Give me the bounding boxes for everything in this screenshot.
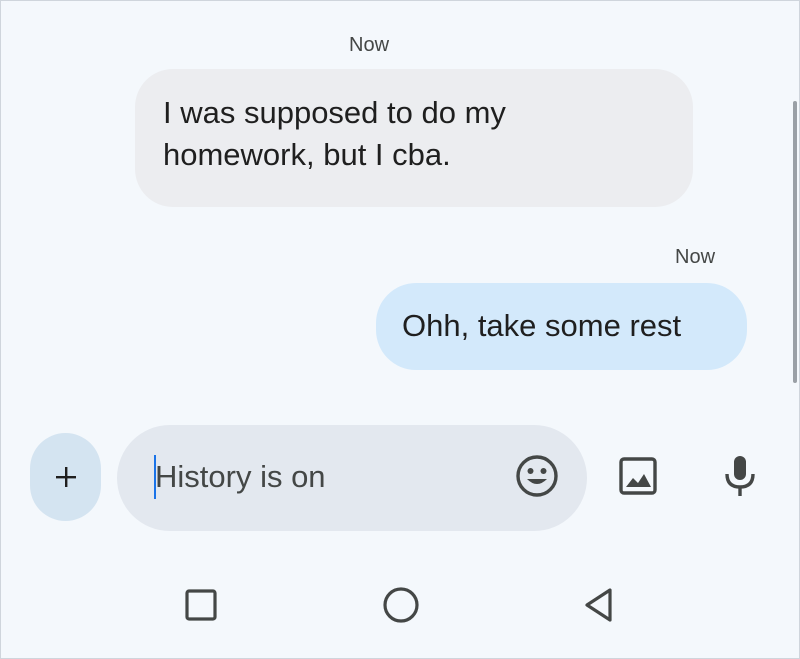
plus-icon bbox=[55, 466, 77, 488]
back-button[interactable] bbox=[577, 585, 621, 629]
message-timestamp: Now bbox=[675, 246, 716, 268]
recents-button[interactable] bbox=[179, 585, 223, 629]
emoji-button[interactable] bbox=[515, 454, 559, 503]
message-input[interactable] bbox=[155, 455, 495, 499]
outgoing-message-bubble[interactable]: Ohh, take some rest bbox=[376, 283, 747, 370]
incoming-message-bubble[interactable]: I was supposed to do my homework, but I … bbox=[135, 69, 693, 207]
triangle-back-icon bbox=[582, 587, 616, 628]
voice-input-button[interactable] bbox=[718, 454, 762, 503]
scrollbar[interactable] bbox=[793, 101, 797, 383]
add-attachment-button[interactable] bbox=[30, 433, 101, 521]
compose-field[interactable] bbox=[117, 425, 587, 531]
emoji-icon bbox=[515, 454, 559, 503]
image-icon bbox=[618, 456, 658, 501]
system-navigation-bar bbox=[1, 571, 799, 641]
square-icon bbox=[184, 588, 218, 627]
attach-image-button[interactable] bbox=[616, 456, 660, 500]
microphone-icon bbox=[720, 454, 760, 503]
message-timestamp: Now bbox=[349, 34, 390, 56]
home-button[interactable] bbox=[379, 585, 423, 629]
chat-screen: Now I was supposed to do my homework, bu… bbox=[0, 0, 800, 659]
circle-icon bbox=[381, 585, 421, 630]
